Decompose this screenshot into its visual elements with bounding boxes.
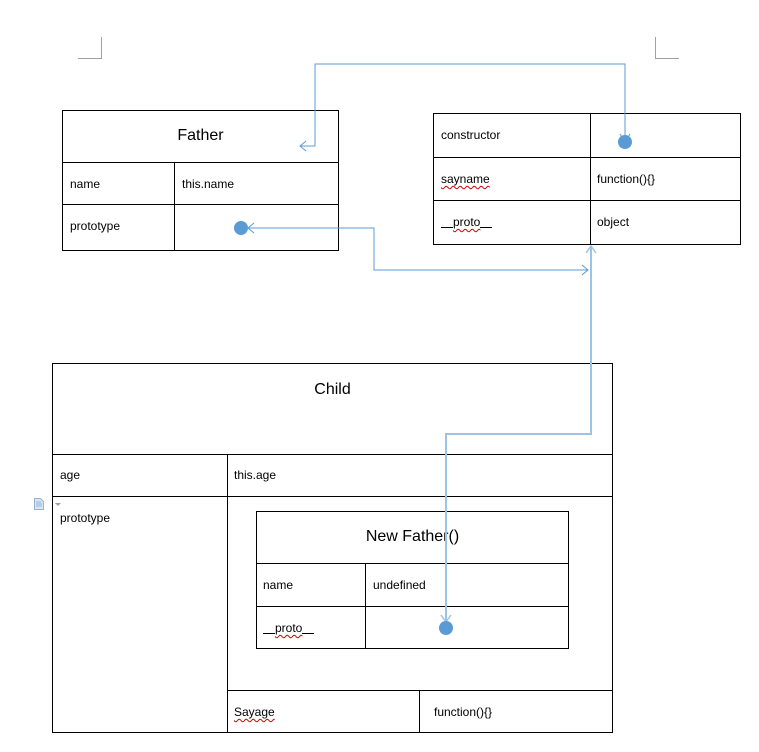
document-margin-icon (34, 498, 44, 510)
new-father-name-value: undefined (373, 578, 426, 592)
margin-dropdown-icon (55, 503, 61, 506)
new-father-proto-key-text: proto (275, 621, 303, 635)
child-method-col-divider (419, 690, 420, 732)
child-age-key: age (60, 468, 81, 482)
prototype-object-divider (433, 200, 741, 201)
father-col-divider (174, 162, 175, 250)
father-name-value: this.name (182, 177, 235, 191)
crop-mark-left (78, 37, 102, 59)
father-divider (62, 204, 339, 205)
new-father-divider (256, 606, 569, 607)
child-method-divider (227, 690, 613, 691)
new-father-col-divider (365, 563, 366, 648)
father-name-key: name (70, 177, 101, 191)
father-divider (62, 162, 339, 163)
new-father-divider (256, 563, 569, 564)
proto-key: proto (441, 215, 493, 229)
child-prototype-key: prototype (60, 511, 111, 525)
father-prototype-key: prototype (70, 219, 121, 233)
child-title: Child (314, 381, 351, 398)
sayage-key: Sayage (234, 705, 275, 719)
proto-value: object (597, 215, 630, 229)
child-divider (52, 454, 613, 455)
prototype-object-divider (433, 157, 741, 158)
sayage-value: function(){} (434, 705, 493, 719)
new-father-name-key: name (263, 578, 294, 592)
new-father-title: New Father() (365, 528, 460, 545)
sayname-value: function(){} (597, 172, 656, 186)
father-title: Father (177, 127, 224, 144)
child-age-value: this.age (234, 468, 277, 482)
constructor-key: constructor (441, 128, 501, 142)
proto-key-text: proto (453, 215, 481, 229)
crop-mark-right (655, 37, 679, 59)
new-father-proto-key: proto (263, 621, 315, 635)
prototype-object-col-divider (590, 113, 591, 245)
sayname-key: sayname (441, 172, 490, 186)
child-divider (52, 496, 613, 497)
